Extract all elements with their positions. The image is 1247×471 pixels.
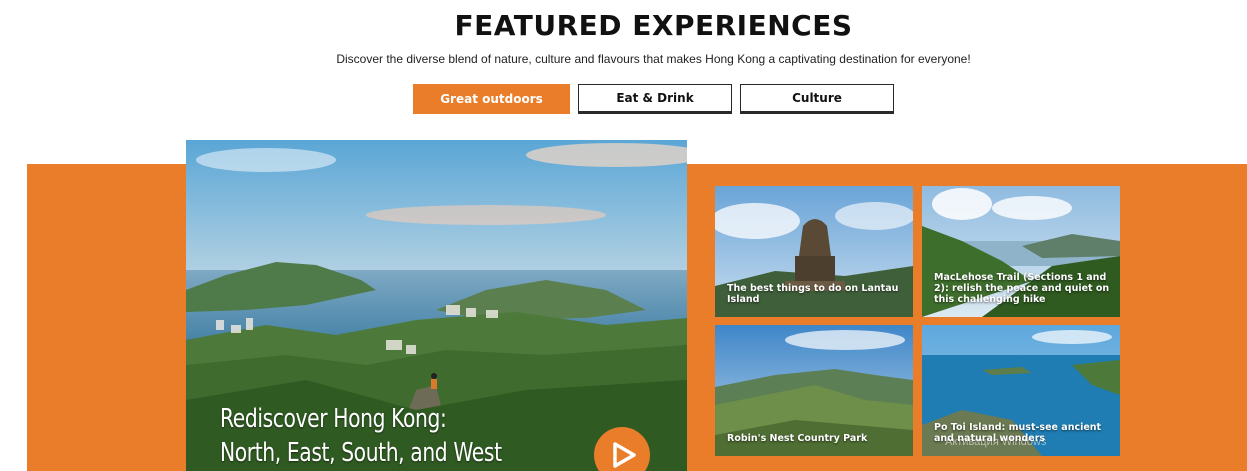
hero-title-line2: North, East, South, and West (220, 438, 502, 468)
card-maclehose-trail[interactable]: MacLehose Trail (Sections 1 and 2): reli… (922, 186, 1120, 317)
page-subtitle: Discover the diverse blend of nature, cu… (336, 52, 971, 66)
card-label: Robin's Nest Country Park (727, 433, 868, 444)
card-lantau-island[interactable]: The best things to do on Lantau Island (715, 186, 913, 317)
card-label: The best things to do on Lantau Island (727, 283, 899, 305)
card-robins-nest[interactable]: Robin's Nest Country Park (715, 325, 913, 456)
page-title: FEATURED EXPERIENCES (454, 9, 853, 42)
windows-activation-watermark: Активация Windows (945, 436, 1047, 448)
card-label: MacLehose Trail (Sections 1 and 2): reli… (934, 272, 1110, 305)
category-tabs: Great outdoors Eat & Drink Culture (0, 84, 1247, 114)
hero-title: Rediscover Hong Kong: North, East, South… (220, 402, 502, 470)
tab-culture[interactable]: Culture (740, 84, 894, 114)
hero-title-line1: Rediscover Hong Kong: (220, 404, 447, 434)
tab-eat-drink[interactable]: Eat & Drink (578, 84, 732, 114)
hero-video-card[interactable]: Rediscover Hong Kong: North, East, South… (186, 140, 687, 471)
tab-great-outdoors[interactable]: Great outdoors (413, 84, 570, 114)
play-icon (613, 442, 636, 468)
